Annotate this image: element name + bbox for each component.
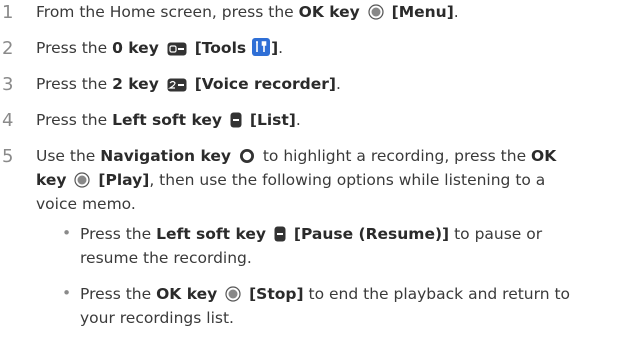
step-text: Press the	[36, 111, 108, 129]
two-key-icon	[167, 77, 187, 97]
key-name: key	[36, 171, 67, 189]
step-text: Use the	[36, 147, 96, 165]
step-text: , then use the following options while l…	[149, 171, 546, 189]
pause-resume-label: [Pause (Resume)]	[293, 225, 450, 243]
ok-key-icon	[225, 286, 241, 307]
bullet-text: Press the	[80, 225, 152, 243]
step-number: 4	[2, 110, 14, 131]
step-number: 2	[2, 38, 14, 59]
tools-icon	[252, 38, 271, 61]
ok-key-icon	[74, 172, 91, 193]
left-soft-key-icon	[274, 226, 286, 247]
tools-label: [Tools	[194, 39, 247, 57]
key-name: OK	[531, 147, 557, 165]
key-name: OK key	[156, 285, 218, 303]
menu-label: [Menu]	[391, 3, 454, 21]
step-text: From the Home screen, press the	[36, 3, 294, 21]
key-name: 2 key	[112, 75, 159, 93]
bullet-glyph: •	[62, 284, 72, 302]
step-text: Press the	[36, 39, 108, 57]
key-name: Left soft key	[112, 111, 222, 129]
bullet-glyph: •	[62, 224, 72, 242]
step-number: 1	[2, 2, 14, 23]
bullet-text: Press the	[80, 285, 152, 303]
bullet-text: to pause or	[454, 225, 543, 243]
step-number: 3	[2, 74, 14, 95]
ok-key-icon	[368, 4, 384, 25]
punctuation: .	[453, 3, 459, 21]
bullet-text: resume the recording.	[80, 249, 252, 267]
list-label: [List]	[249, 111, 296, 129]
punctuation: .	[278, 39, 284, 57]
stop-label: [Stop]	[249, 285, 304, 303]
left-soft-key-icon	[230, 112, 242, 133]
key-name: OK key	[298, 3, 360, 21]
step-text: voice memo.	[36, 195, 136, 213]
voice-recorder-label: [Voice recorder]	[194, 75, 336, 93]
step-text: to highlight a recording, press the	[262, 147, 527, 165]
key-name: Left soft key	[156, 225, 266, 243]
key-name: 0 key	[112, 39, 159, 57]
bullet-text: your recordings list.	[80, 309, 234, 327]
play-label: [Play]	[98, 171, 150, 189]
key-name: Navigation key	[100, 147, 231, 165]
zero-key-icon	[167, 41, 187, 61]
step-text: Press the	[36, 75, 108, 93]
instruction-document: 1 From the Home screen, press the OK key…	[0, 0, 637, 362]
step-number: 5	[2, 146, 14, 167]
bullet-text: to end the playback and return to	[308, 285, 571, 303]
punctuation: .	[335, 75, 341, 93]
navigation-key-icon	[239, 148, 255, 169]
punctuation: .	[295, 111, 301, 129]
